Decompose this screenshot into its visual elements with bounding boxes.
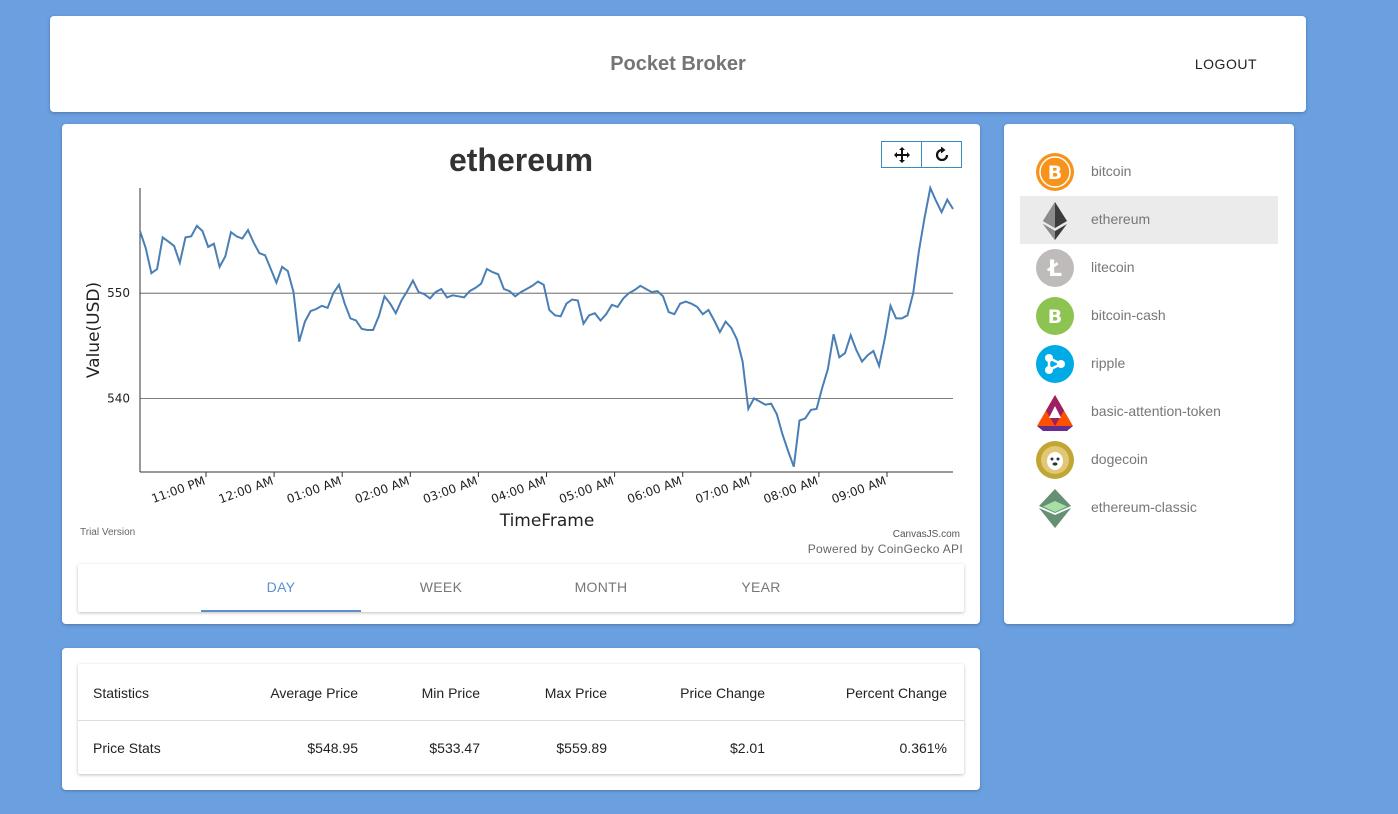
coin-label: ripple [1091,355,1126,371]
x-tick-label: 08:00 AM [762,474,820,507]
coin-item-ethereum[interactable]: ethereum [1020,196,1278,244]
reset-button[interactable] [921,141,962,168]
price-line [139,184,954,468]
x-tick-label: 01:00 AM [285,474,343,507]
y-tick-label: 540 [107,391,130,405]
powered-by-label: Powered by CoinGecko API [808,542,963,556]
coin-label: basic-attention-token [1091,403,1221,419]
header-cell: Percent Change [845,685,947,701]
coin-item-bitcoin[interactable]: B bitcoin [1020,148,1278,196]
bat-icon [1037,395,1073,431]
coin-item-litecoin[interactable]: Ł litecoin [1020,244,1278,292]
stats-table: Statistics Average Price Min Price Max P… [78,664,964,774]
x-tick-label: 12:00 AM [217,474,275,507]
x-tick-label: 02:00 AM [353,474,411,507]
stats-data-row: Price Stats $548.95 $533.47 $559.89 $2.0… [78,721,964,774]
tab-week[interactable]: WEEK [361,564,521,612]
data-cell: $559.89 [556,740,607,756]
logout-button[interactable]: LOGOUT [1195,56,1257,72]
header-cell: Statistics [93,685,150,701]
coin-item-ripple[interactable]: ripple [1020,340,1278,388]
coin-item-dogecoin[interactable]: dogecoin [1020,436,1278,484]
ethereum-classic-icon [1039,489,1071,528]
svg-text:Ł: Ł [1047,257,1062,282]
svg-text:B: B [1048,306,1062,328]
coin-label: bitcoin [1091,163,1132,179]
canvasjs-credit[interactable]: CanvasJS.com [893,529,960,540]
litecoin-icon: Ł [1036,249,1074,287]
dogecoin-icon [1036,441,1074,479]
timeframe-tabs: DAY WEEK MONTH YEAR [78,564,964,612]
y-tick-labels: 540 550 [107,286,130,405]
data-cell: 0.361% [899,740,947,756]
price-chart[interactable]: ethereum 540 550 11:00 PM 12:00 AM 01:00 AM… [62,124,980,564]
reset-icon [935,146,948,161]
coin-label: bitcoin-cash [1091,307,1166,323]
trial-version-label: Trial Version [80,527,135,538]
header-bar: Pocket Broker LOGOUT [50,16,1306,112]
header-cell: Max Price [544,685,607,701]
x-tick-label: 09:00 AM [830,474,888,507]
coin-label: dogecoin [1091,451,1148,467]
pan-button[interactable] [881,141,922,168]
data-cell: Price Stats [93,740,161,756]
x-tick-label: 07:00 AM [694,474,752,507]
x-tick-label: 06:00 AM [625,474,683,507]
coin-item-bitcoin-cash[interactable]: B bitcoin-cash [1020,292,1278,340]
chart-title: ethereum [449,142,593,178]
tab-day[interactable]: DAY [201,564,361,612]
svg-text:B: B [1048,162,1062,184]
stats-header-row: Statistics Average Price Min Price Max P… [78,664,964,721]
x-tick-label: 03:00 AM [421,474,479,507]
data-cell: $533.47 [429,740,480,756]
x-tick-label: 05:00 AM [557,474,615,507]
data-cell: $2.01 [729,740,765,756]
data-cell: $548.95 [307,740,358,756]
y-tick-label: 550 [107,286,130,300]
app-title: Pocket Broker [610,53,746,75]
coin-list: B bitcoin ethereum Ł litecoin B bitcoin-… [1004,124,1294,624]
y-axis-label: Value(USD) [84,282,104,378]
coin-label: litecoin [1091,259,1135,275]
x-tick-label: 04:00 AM [489,474,547,507]
coin-item-ethereum-classic[interactable]: ethereum-classic [1020,484,1278,532]
coin-item-basic-attention-token[interactable]: basic-attention-token [1020,388,1278,436]
x-tick-labels: 11:00 PM 12:00 AM 01:00 AM 02:00 AM 03:00 AM… [150,472,888,506]
header-cell: Price Change [680,685,765,701]
ripple-icon [1036,345,1074,383]
chart-card: ethereum 540 550 11:00 PM 12:00 AM 01:00 AM… [62,124,980,624]
ethereum-icon [1043,202,1067,240]
chart-axes [139,188,953,473]
stats-card: Statistics Average Price Min Price Max P… [62,648,980,790]
pan-icon [893,146,910,163]
coin-label: ethereum-classic [1091,499,1197,515]
header-cell: Min Price [421,685,480,701]
x-axis-label: TimeFrame [499,511,595,531]
bitcoin-cash-icon: B [1036,297,1074,335]
bitcoin-icon: B [1036,153,1074,191]
tab-month[interactable]: MONTH [521,564,681,612]
header-cell: Average Price [270,685,358,701]
x-tick-label: 11:00 PM [150,474,207,506]
tab-year[interactable]: YEAR [681,564,841,612]
coin-label: ethereum [1091,211,1151,227]
